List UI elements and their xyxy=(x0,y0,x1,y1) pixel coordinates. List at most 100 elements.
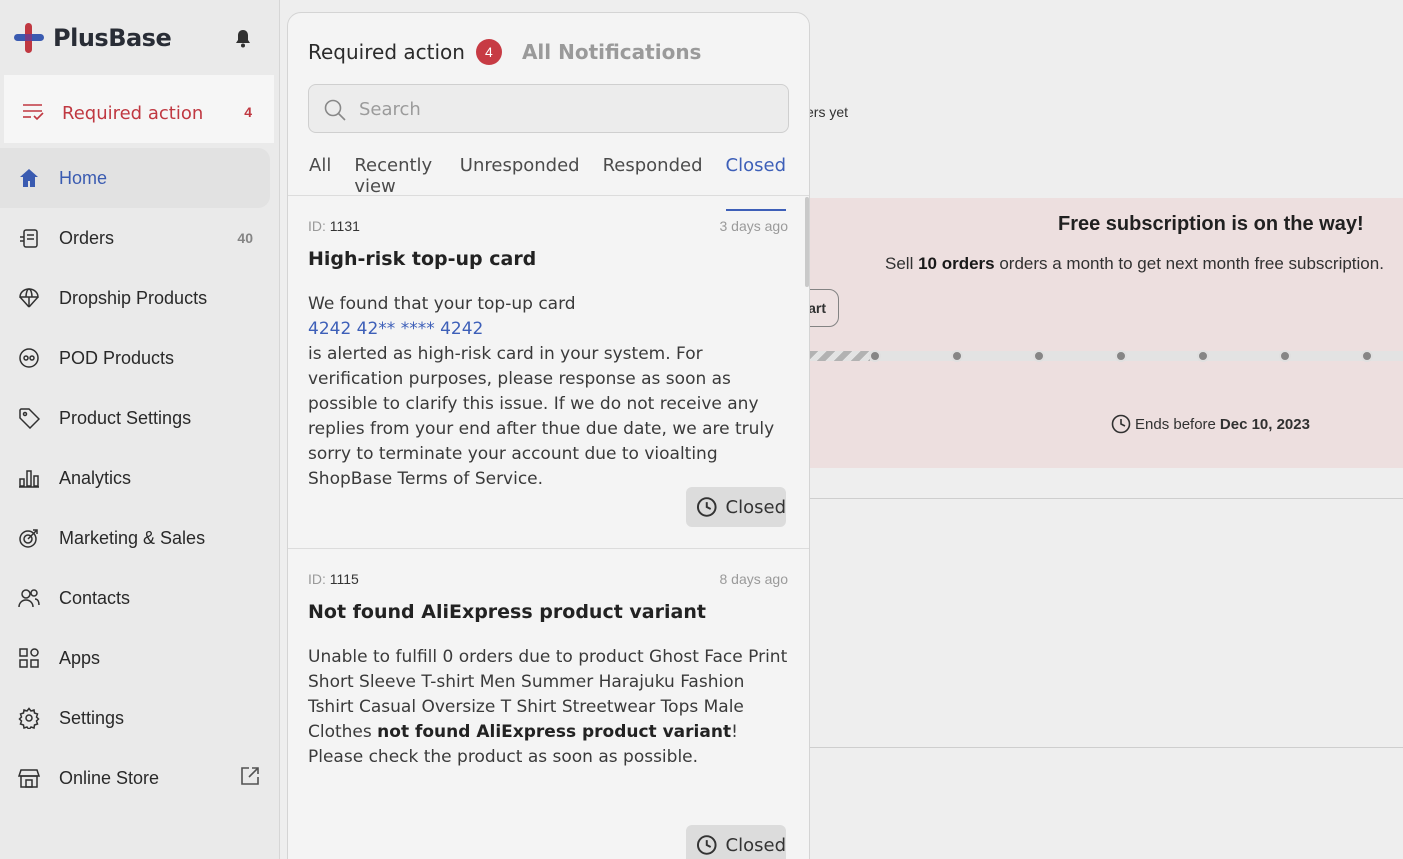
promo-sub-bold: 10 orders xyxy=(918,254,995,273)
sidebar: PlusBase Required action 4 Home Orders 4… xyxy=(0,0,280,859)
card-id: ID: 1115 xyxy=(308,571,359,587)
orders-icon xyxy=(18,227,40,249)
sidebar-item-online-store[interactable]: Online Store xyxy=(0,748,280,808)
sidebar-item-label: Analytics xyxy=(59,467,132,488)
apps-grid-icon xyxy=(18,647,40,669)
progress-dot xyxy=(1279,350,1291,362)
gear-icon xyxy=(18,707,40,729)
brand-name: PlusBase xyxy=(53,24,172,52)
tab-all-notifications[interactable]: All Notifications xyxy=(522,40,702,64)
card-body-rest: is alerted as high-risk card in your sys… xyxy=(308,344,775,489)
clock-icon xyxy=(696,497,717,517)
card-time: 3 days ago xyxy=(719,218,789,234)
sidebar-item-label: Contacts xyxy=(59,587,131,608)
required-action-item[interactable]: Required action 4 xyxy=(4,75,274,143)
id-label: ID: xyxy=(308,218,326,234)
status-label: Closed xyxy=(725,496,786,518)
card-time: 8 days ago xyxy=(719,571,789,587)
progress-dot xyxy=(869,350,881,362)
deadline-prefix: Ends before xyxy=(1135,415,1216,433)
progress-dot xyxy=(951,350,963,362)
bar-chart-icon xyxy=(18,467,40,489)
closed-status-button[interactable]: Closed xyxy=(686,487,786,527)
target-icon xyxy=(18,527,40,549)
sidebar-item-label: Settings xyxy=(59,707,125,728)
card-body: Unable to fulfill 0 orders due to produc… xyxy=(308,645,788,770)
card-body-intro: We found that your top-up card xyxy=(308,294,576,314)
notification-card[interactable]: ID: 1115 8 days ago Not found AliExpress… xyxy=(288,549,809,859)
promo-subtitle: Sell 10 orders orders a month to get nex… xyxy=(885,254,1384,274)
card-id: ID: 1131 xyxy=(308,218,360,234)
sidebar-nav: Home Orders 40 Dropship Products POD Pro… xyxy=(0,148,280,808)
status-label: Closed xyxy=(725,834,786,856)
promo-sub-prefix: Sell xyxy=(885,254,919,273)
search-input[interactable] xyxy=(359,97,759,121)
promo-title: Free subscription is on the way! xyxy=(1058,213,1364,235)
orders-empty-text: ers yet xyxy=(806,104,849,120)
card-number-link[interactable]: 4242 42** **** 4242 xyxy=(308,317,788,342)
sidebar-item-label: Marketing & Sales xyxy=(59,527,206,548)
home-icon xyxy=(18,167,40,189)
card-title: High-risk top-up card xyxy=(308,248,537,270)
required-action-label: Required action xyxy=(62,103,204,124)
required-action-badge: 4 xyxy=(475,39,502,65)
sidebar-item-label: Apps xyxy=(59,647,101,668)
sidebar-item-analytics[interactable]: Analytics xyxy=(0,448,280,508)
sidebar-item-label: POD Products xyxy=(59,347,175,368)
sidebar-item-pod-products[interactable]: POD Products xyxy=(0,328,280,388)
tag-icon xyxy=(18,407,40,429)
progress-dot xyxy=(1033,350,1045,362)
id-value: 1115 xyxy=(329,571,359,587)
users-icon xyxy=(18,587,40,609)
sidebar-item-contacts[interactable]: Contacts xyxy=(0,568,280,628)
sidebar-item-label: Product Settings xyxy=(59,407,192,428)
sidebar-item-marketing-sales[interactable]: Marketing & Sales xyxy=(0,508,280,568)
checklist-icon xyxy=(22,103,44,126)
external-link-icon[interactable] xyxy=(240,766,260,791)
pod-icon xyxy=(18,347,40,369)
search-icon xyxy=(324,99,346,121)
divider xyxy=(810,498,1403,499)
subscription-promo xyxy=(810,198,1403,468)
sidebar-item-product-settings[interactable]: Product Settings xyxy=(0,388,280,448)
required-action-count: 4 xyxy=(244,104,252,120)
progress-dot xyxy=(1115,350,1127,362)
sidebar-item-home[interactable]: Home xyxy=(0,148,270,208)
sidebar-item-dropship-products[interactable]: Dropship Products xyxy=(0,268,280,328)
closed-status-button[interactable]: Closed xyxy=(686,825,786,859)
card-body-bold: not found AliExpress product variant xyxy=(377,722,732,742)
deadline-date: Dec 10, 2023 xyxy=(1219,415,1310,433)
sidebar-item-label: Home xyxy=(59,167,108,188)
progress-track xyxy=(810,351,1403,361)
progress-dot xyxy=(1361,350,1373,362)
progress-dot xyxy=(1197,350,1209,362)
card-title: Not found AliExpress product variant xyxy=(308,601,706,623)
panel-title-required-action[interactable]: Required action xyxy=(308,40,465,64)
notification-card[interactable]: ID: 1131 3 days ago High-risk top-up car… xyxy=(288,196,809,548)
sidebar-item-apps[interactable]: Apps xyxy=(0,628,280,688)
clock-icon xyxy=(696,835,717,855)
bell-icon[interactable] xyxy=(234,29,252,54)
clock-icon xyxy=(1111,414,1131,434)
notification-panel: Required action 4 All Notifications All … xyxy=(287,12,810,859)
sidebar-item-label: Dropship Products xyxy=(59,287,208,308)
progress-fill xyxy=(810,351,870,361)
promo-deadline: Ends before Dec 10, 2023 xyxy=(1111,414,1310,434)
store-icon xyxy=(18,767,40,789)
start-button-label: art xyxy=(808,300,826,316)
id-value: 1131 xyxy=(329,218,360,234)
card-body: We found that your top-up card 4242 42**… xyxy=(308,292,788,492)
logo[interactable]: PlusBase xyxy=(13,22,172,54)
search-box[interactable] xyxy=(308,84,789,133)
orders-count: 40 xyxy=(237,230,253,246)
plusbase-logo-icon xyxy=(14,23,44,53)
id-label: ID: xyxy=(308,571,326,587)
sidebar-item-orders[interactable]: Orders 40 xyxy=(0,208,280,268)
sidebar-item-label: Orders xyxy=(59,227,115,248)
sidebar-item-settings[interactable]: Settings xyxy=(0,688,280,748)
promo-sub-suffix: orders a month to get next month free su… xyxy=(994,254,1384,273)
parachute-icon xyxy=(18,287,40,309)
divider xyxy=(810,747,1403,748)
sidebar-item-label: Online Store xyxy=(59,767,160,788)
panel-header: Required action 4 All Notifications xyxy=(308,39,701,65)
